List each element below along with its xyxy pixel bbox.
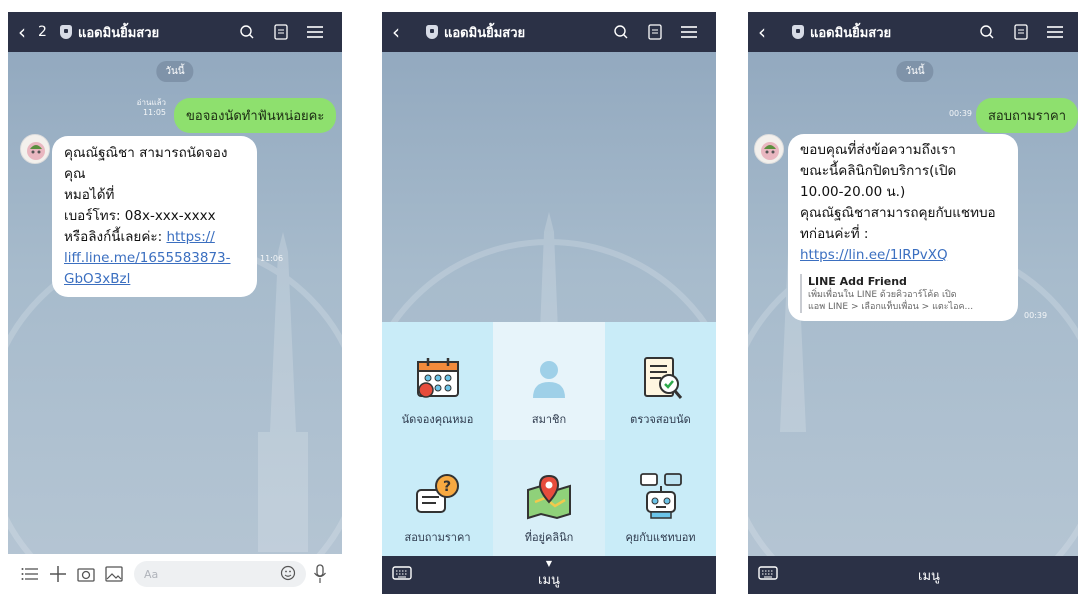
reply-line: ขณะนี้คลินิกปิดบริการ(เปิด bbox=[800, 163, 957, 179]
rich-menu-label: ที่อยู่คลินิก bbox=[524, 531, 574, 544]
official-account-shield-icon bbox=[426, 25, 438, 39]
reply-line: คุณณัฐณิชา สามารถนัดจองคุณ bbox=[64, 145, 228, 182]
reply-line: 10.00-20.00 น.) bbox=[800, 184, 906, 200]
keyboard-icon[interactable] bbox=[392, 565, 412, 585]
chat-screen-booking: ‹ 2 แอดมินยิ้มสวย วันนี้ อ่านแล้ว 11:05 … bbox=[8, 12, 342, 594]
chat-header: ‹ แอดมินยิ้มสวย bbox=[382, 12, 716, 52]
calendar-icon bbox=[416, 358, 459, 398]
input-placeholder: Aa bbox=[144, 567, 159, 581]
reply-line: หมอได้ที่ bbox=[64, 187, 115, 203]
rich-menu-item-check-appointment[interactable]: ตรวจสอบนัด bbox=[605, 322, 716, 440]
reply-line: คุณณัฐณิชาสามารถคุยกับแชทบอ bbox=[800, 205, 996, 221]
rich-menu-label: ตรวจสอบนัด bbox=[630, 413, 691, 426]
map-icon bbox=[527, 474, 571, 520]
official-account-shield-icon bbox=[60, 25, 72, 39]
search-icon[interactable] bbox=[970, 24, 1004, 40]
link-preview-description: เพิ่มเพื่อนใน LINE ด้วยคิวอาร์โค้ด เปิด bbox=[808, 290, 957, 300]
rich-menu-label: สมาชิก bbox=[531, 413, 567, 426]
svg-text:?: ? bbox=[442, 479, 450, 495]
check-appointment-icon bbox=[643, 357, 682, 399]
booking-link[interactable]: https:// bbox=[166, 229, 214, 245]
chatbot-link[interactable]: https://lin.ee/1lRPvXQ bbox=[800, 247, 948, 263]
reply-line: ขอบคุณที่ส่งข้อความถึงเรา bbox=[800, 142, 956, 158]
rich-menu-item-ask-price[interactable]: ? สอบถามราคา bbox=[382, 440, 493, 558]
rich-menu: นัดจองคุณหมอ สมาชิก ตรวจสอบนัด ? สอบถามร… bbox=[382, 322, 716, 558]
back-button[interactable]: ‹ bbox=[392, 22, 410, 42]
sent-time: 11:05 bbox=[142, 108, 166, 117]
booking-link[interactable]: liff.line.me/1655583873- bbox=[64, 250, 231, 266]
list-icon[interactable] bbox=[16, 566, 44, 582]
image-icon[interactable] bbox=[100, 566, 128, 582]
member-icon bbox=[533, 361, 565, 398]
reply-line: ทก่อนค่ะที่ : bbox=[800, 226, 869, 242]
message-input-bar: Aa bbox=[8, 554, 342, 594]
menu-icon[interactable] bbox=[672, 25, 706, 39]
avatar[interactable] bbox=[20, 134, 50, 164]
date-badge: วันนี้ bbox=[156, 61, 194, 82]
reply-time: 00:39 bbox=[1024, 311, 1048, 320]
menu-toggle-label: เมนู bbox=[538, 573, 560, 588]
sent-meta: อ่านแล้ว 11:05 bbox=[126, 98, 166, 118]
emoji-icon[interactable] bbox=[280, 565, 296, 584]
unread-count: 2 bbox=[38, 24, 47, 40]
chat-screen-price-inquiry: ‹ แอดมินยิ้มสวย วันนี้ 00:39 สอบถามราคา … bbox=[748, 12, 1078, 594]
notes-icon[interactable] bbox=[1004, 24, 1038, 40]
rich-menu-label: นัดจองคุณหมอ bbox=[401, 413, 474, 426]
rich-menu-item-chatbot[interactable]: คุยกับแชทบอท bbox=[605, 440, 716, 558]
menu-icon[interactable] bbox=[1038, 25, 1072, 39]
reply-line: เบอร์โทร: 08x-xxx-xxxx bbox=[64, 208, 216, 224]
rich-menu-screen: ‹ แอดมินยิ้มสวย นัดจองคุณหมอ สมาชิก ตรวจ… bbox=[382, 12, 716, 594]
official-account-shield-icon bbox=[792, 25, 804, 39]
back-button[interactable]: ‹ bbox=[758, 22, 776, 42]
ask-price-icon: ? bbox=[415, 474, 459, 513]
reply-line: GbO3xBzl bbox=[64, 269, 245, 290]
menu-bar: ▼ เมนู bbox=[382, 556, 716, 594]
search-icon[interactable] bbox=[604, 24, 638, 40]
rich-menu-label: คุยกับแชทบอท bbox=[625, 531, 696, 544]
chat-header: ‹ แอดมินยิ้มสวย bbox=[748, 12, 1078, 52]
chat-title: แอดมินยิ้มสวย bbox=[810, 25, 892, 41]
sent-message-bubble[interactable]: สอบถามราคา bbox=[976, 98, 1078, 133]
back-button[interactable]: ‹ bbox=[18, 22, 36, 42]
camera-icon[interactable] bbox=[72, 566, 100, 582]
rich-menu-item-booking[interactable]: นัดจองคุณหมอ bbox=[382, 322, 493, 440]
reply-message-bubble[interactable]: คุณณัฐณิชา สามารถนัดจองคุณ หมอได้ที่ เบอ… bbox=[52, 136, 257, 297]
plus-icon[interactable] bbox=[44, 565, 72, 583]
microphone-icon[interactable] bbox=[306, 564, 334, 584]
reply-prefix: หรือลิงก์นี้เลยค่ะ: bbox=[64, 229, 167, 245]
sent-message-bubble[interactable]: ขอจองนัดทำฟันหน่อยคะ bbox=[174, 98, 337, 133]
read-status: อ่านแล้ว bbox=[136, 98, 166, 107]
notes-icon[interactable] bbox=[264, 24, 298, 40]
menu-toggle[interactable]: เมนู bbox=[778, 565, 1072, 586]
message-input[interactable]: Aa bbox=[134, 561, 306, 587]
search-icon[interactable] bbox=[230, 24, 264, 40]
notes-icon[interactable] bbox=[638, 24, 672, 40]
reply-line: หรือลิงก์นี้เลยค่ะ: https:// bbox=[64, 227, 245, 248]
rich-menu-item-clinic-address[interactable]: ที่อยู่คลินิก bbox=[493, 440, 605, 558]
menu-bar: เมนู bbox=[748, 556, 1078, 594]
chatbot-icon bbox=[639, 473, 682, 519]
menu-toggle-arrow-icon: ▼ bbox=[545, 559, 553, 568]
booking-link[interactable]: GbO3xBzl bbox=[64, 271, 130, 287]
chat-title: แอดมินยิ้มสวย bbox=[444, 25, 526, 41]
keyboard-icon[interactable] bbox=[758, 565, 778, 585]
reply-time: 11:06 bbox=[260, 254, 284, 263]
link-preview-card[interactable]: LINE Add Friend เพิ่มเพื่อนใน LINE ด้วยค… bbox=[800, 274, 1006, 313]
chat-title: แอดมินยิ้มสวย bbox=[78, 25, 160, 41]
link-preview-title: LINE Add Friend bbox=[808, 275, 907, 288]
reply-line: https://lin.ee/1lRPvXQ bbox=[800, 245, 1006, 266]
link-preview-description: แอพ LINE > เลือกแท็บเพื่อน > แตะไอค... bbox=[808, 302, 974, 312]
menu-toggle[interactable]: ▼ เมนู bbox=[412, 560, 686, 590]
date-badge: วันนี้ bbox=[896, 61, 934, 82]
sent-time: 00:39 bbox=[948, 109, 972, 118]
menu-icon[interactable] bbox=[298, 25, 332, 39]
rich-menu-item-member[interactable]: สมาชิก bbox=[493, 322, 605, 440]
reply-message-bubble[interactable]: ขอบคุณที่ส่งข้อความถึงเรา ขณะนี้คลินิกปิ… bbox=[788, 134, 1018, 321]
chat-header: ‹ 2 แอดมินยิ้มสวย bbox=[8, 12, 342, 52]
avatar[interactable] bbox=[754, 134, 784, 164]
rich-menu-label: สอบถามราคา bbox=[404, 531, 471, 544]
reply-line: liff.line.me/1655583873- bbox=[64, 248, 245, 269]
